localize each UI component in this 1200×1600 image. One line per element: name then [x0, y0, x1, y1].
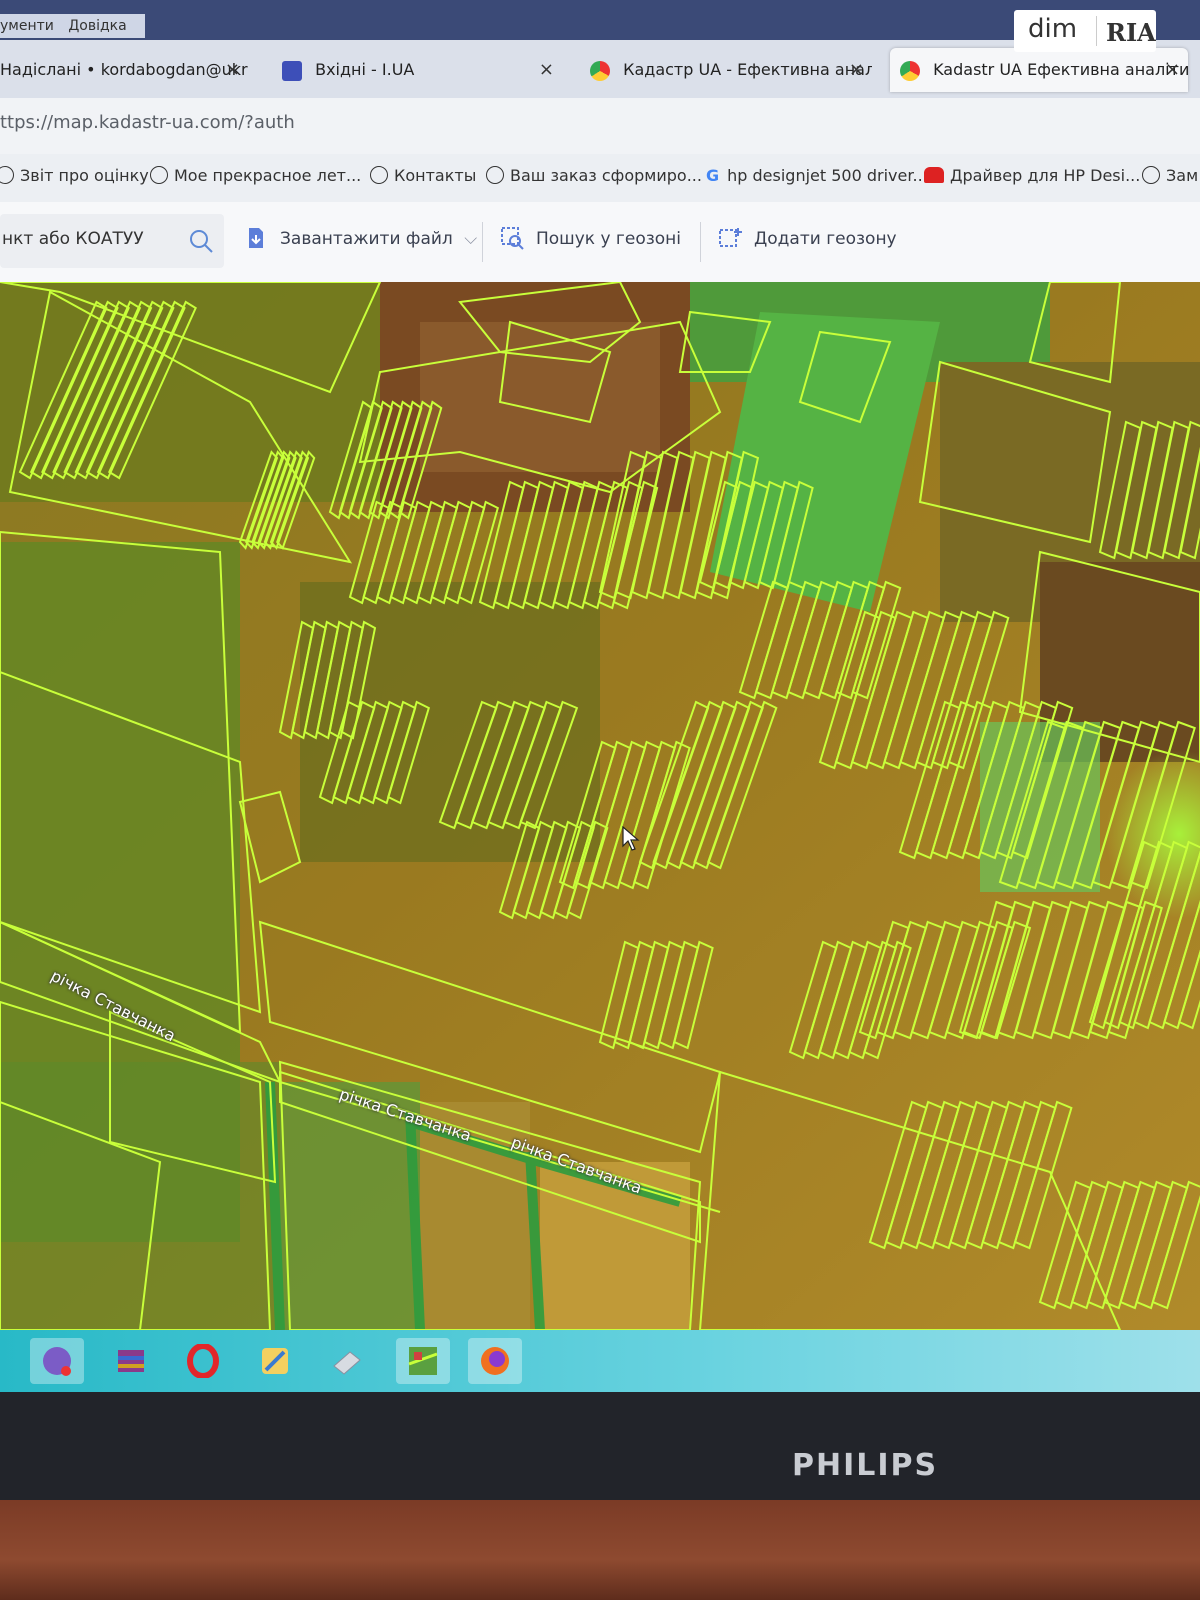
- watermark-logo: dim RIA: [1014, 10, 1156, 52]
- printer-icon: [333, 1351, 361, 1375]
- hp-icon: [924, 167, 944, 183]
- tab-kadastr-active[interactable]: Kadastr UA Ефективна аналіти ×: [890, 48, 1188, 92]
- bookmark-beautiful-summer[interactable]: Мое прекрасное лет...: [150, 166, 361, 185]
- search-icon[interactable]: [188, 228, 214, 254]
- watermark-dim: dim: [1028, 14, 1078, 44]
- paint-icon: [262, 1348, 288, 1374]
- viber-icon: [43, 1347, 71, 1376]
- close-icon[interactable]: ×: [849, 48, 864, 92]
- taskbar-app[interactable]: [176, 1338, 230, 1384]
- map-toolbar: Завантажити файл ⌵ Пошук у геозоні Додат…: [0, 202, 1200, 282]
- monitor-brand: PHILIPS: [792, 1448, 939, 1483]
- chrome-icon: [900, 60, 920, 81]
- close-icon[interactable]: ×: [539, 48, 554, 92]
- winrar-icon: [118, 1350, 144, 1372]
- tab-kadastr-1[interactable]: Кадастр UA - Ефективна анал ×: [580, 48, 872, 92]
- opera-icon: [187, 1344, 219, 1378]
- globe-icon: [0, 166, 14, 184]
- globe-icon: [486, 166, 504, 184]
- globe-icon: [370, 166, 388, 184]
- cadastral-map[interactable]: річка Ставчанка річка Ставчанка річка Ст…: [0, 282, 1200, 1330]
- bookmark-order-2[interactable]: Зам: [1142, 166, 1198, 185]
- taskbar-app[interactable]: [248, 1338, 302, 1384]
- upload-label: Завантажити файл: [280, 229, 453, 249]
- close-icon[interactable]: ×: [225, 48, 240, 92]
- bookmark-valuation-report[interactable]: Звіт про оцінку: [0, 166, 149, 185]
- search-input[interactable]: [0, 228, 184, 250]
- firefox-icon: [481, 1347, 509, 1375]
- tab-inbox[interactable]: Вхідні - I.UA ×: [272, 48, 562, 92]
- menu-row: ументи Довідка: [0, 14, 145, 38]
- address-bar[interactable]: ttps://map.kadastr-ua.com/?auth: [0, 98, 1200, 154]
- menu-item-help[interactable]: Довідка: [68, 18, 126, 34]
- google-icon: G: [706, 166, 720, 185]
- chevron-down-icon[interactable]: ⌵: [464, 229, 477, 249]
- globe-icon: [150, 166, 168, 184]
- tab-label: Кадастр UA - Ефективна анал: [623, 60, 872, 79]
- taskbar-app[interactable]: [30, 1338, 84, 1384]
- add-geozone-label: Додати геозону: [754, 229, 897, 249]
- menu-item-tools[interactable]: ументи: [0, 18, 54, 34]
- globe-icon: [1142, 166, 1160, 184]
- map-app-icon: [408, 1347, 438, 1375]
- screen: ументи Довідка Надіслані • kordabogdan@u…: [0, 0, 1200, 1392]
- taskbar-app[interactable]: [396, 1338, 450, 1384]
- cadastral-search: [0, 214, 224, 268]
- geozone-search-button[interactable]: Пошук у геозоні: [500, 226, 681, 250]
- tab-label: Kadastr UA Ефективна аналіти: [933, 60, 1188, 79]
- taskbar-app[interactable]: [320, 1338, 374, 1384]
- bookmark-contacts[interactable]: Контакты: [370, 166, 476, 185]
- url-text[interactable]: ttps://map.kadastr-ua.com/?auth: [0, 112, 295, 133]
- upload-file-button[interactable]: Завантажити файл ⌵: [244, 226, 477, 250]
- bookmark-hp-design-driver[interactable]: Драйвер для HP Desi...: [924, 166, 1140, 185]
- tab-label: Надіслані • kordabogdan@ukr: [0, 60, 248, 79]
- os-taskbar: [0, 1330, 1200, 1392]
- tab-label: Вхідні - I.UA: [315, 60, 415, 79]
- bookmarks-bar: Звіт про оцінку Мое прекрасное лет... Ко…: [0, 154, 1200, 202]
- taskbar-app[interactable]: [468, 1338, 522, 1384]
- mouse-cursor-icon: [622, 826, 640, 851]
- add-geozone-icon: [719, 228, 742, 247]
- bookmark-hp-driver[interactable]: Ghp designjet 500 driver...: [706, 166, 928, 185]
- bookmark-order[interactable]: Ваш заказ сформиро...: [486, 166, 702, 185]
- taskbar-app[interactable]: [104, 1338, 158, 1384]
- iua-icon: [282, 60, 302, 81]
- close-icon[interactable]: ×: [1165, 48, 1180, 92]
- geozone-search-label: Пошук у геозоні: [536, 229, 682, 249]
- chrome-icon: [590, 60, 610, 81]
- tab-sent-mail[interactable]: Надіслані • kordabogdan@ukr ×: [0, 48, 248, 92]
- add-geozone-button[interactable]: Додати геозону: [718, 226, 897, 250]
- upload-file-icon: [249, 228, 263, 248]
- watermark-ria: RIA: [1106, 18, 1156, 47]
- desk-surface: [0, 1500, 1200, 1600]
- geozone-search-icon: [501, 227, 524, 250]
